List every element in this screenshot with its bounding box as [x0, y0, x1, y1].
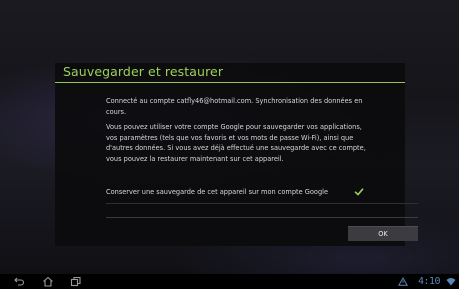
backup-option-row[interactable]: Conserver une sauvegarde de cet appareil…: [106, 186, 368, 198]
backup-option-label: Conserver une sauvegarde de cet appareil…: [106, 188, 329, 196]
status-clock: 4:10: [418, 276, 441, 287]
recent-apps-icon[interactable]: [70, 276, 82, 287]
title-divider: [55, 82, 405, 83]
account-sync-text: Connecté au compte catfly46@hotmail.com.…: [106, 97, 363, 116]
back-icon[interactable]: [13, 276, 25, 287]
backup-description-text: Vous pouvez utiliser votre compte Google…: [106, 123, 366, 163]
warning-icon[interactable]: [398, 277, 408, 286]
home-icon[interactable]: [42, 276, 54, 287]
checkmark-icon[interactable]: [354, 187, 364, 197]
system-bar: [0, 274, 459, 289]
wifi-icon: [446, 278, 456, 286]
option-divider: [106, 203, 418, 204]
button-bar-divider: [106, 217, 418, 218]
dialog-title: Sauvegarder et restaurer: [63, 64, 224, 79]
ok-button[interactable]: OK: [348, 226, 418, 241]
